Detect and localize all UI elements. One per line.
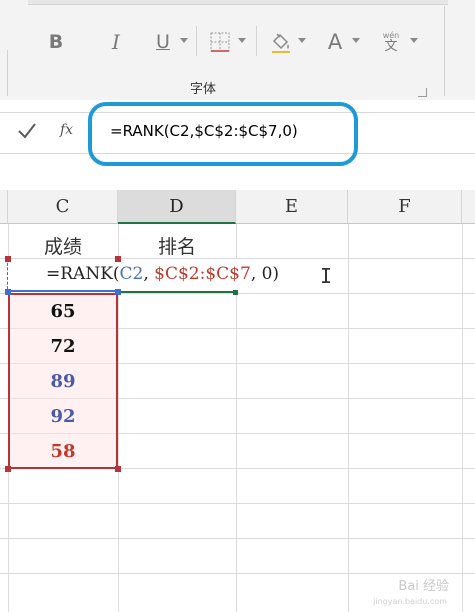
cell-c5[interactable]: 89: [8, 364, 118, 399]
borders-icon: [210, 32, 230, 52]
font-color-dropdown-arrow[interactable]: [352, 38, 360, 43]
ribbon-top-edge: [28, 0, 448, 5]
watermark-url: jingyan.baidu.com: [373, 597, 447, 606]
cell-c3[interactable]: 65: [8, 294, 118, 329]
underline-dropdown-arrow[interactable]: [180, 38, 188, 43]
watermark-logo: Bai 经验: [398, 579, 449, 594]
formula-ref-c2: C2: [119, 264, 144, 284]
gridline: [0, 503, 475, 504]
enter-checkmark-icon[interactable]: [16, 119, 38, 143]
formula-rest: , 0): [250, 264, 280, 284]
bold-button[interactable]: B: [44, 26, 68, 58]
fill-handle[interactable]: [233, 290, 238, 295]
formula-comma: ,: [143, 264, 155, 284]
column-header-d[interactable]: D: [118, 190, 236, 224]
formula-highlight-annotation: [88, 102, 358, 166]
cell-c1-header[interactable]: 成绩: [8, 232, 118, 258]
ribbon: B I U A wén 文 字体: [0, 0, 475, 100]
group-separator: [444, 6, 445, 96]
fill-color-button[interactable]: [268, 26, 294, 58]
column-header-c[interactable]: C: [8, 190, 118, 224]
ref-handle[interactable]: [5, 256, 11, 262]
font-group-label: 字体: [190, 82, 217, 97]
text-cursor-icon: I: [320, 264, 333, 288]
italic-button[interactable]: I: [104, 26, 128, 58]
cell-d1-header[interactable]: 排名: [118, 232, 236, 258]
phonetic-guide-button[interactable]: wén 文: [378, 26, 404, 58]
select-all-corner[interactable]: [0, 190, 8, 224]
cell-c7[interactable]: 58: [8, 434, 118, 469]
borders-button[interactable]: [208, 26, 232, 58]
cell-c4[interactable]: 72: [8, 329, 118, 364]
gridline: [0, 573, 475, 574]
ref-handle[interactable]: [115, 256, 121, 262]
insert-function-button[interactable]: fx: [60, 122, 73, 138]
gridline: [462, 224, 463, 612]
cell-c6[interactable]: 92: [8, 399, 118, 434]
formula-ref-range: $C$2:$C$7: [154, 264, 251, 284]
phonetic-character: 文: [384, 38, 398, 54]
checkmark-icon: [18, 123, 36, 139]
font-dialog-launcher-icon[interactable]: [418, 88, 427, 97]
column-header-f[interactable]: F: [348, 190, 462, 224]
ref-c2-highlight: [8, 290, 118, 292]
underline-button[interactable]: U: [152, 26, 174, 58]
group-separator: [7, 50, 8, 96]
gridline: [0, 538, 475, 539]
gridline: [348, 224, 349, 612]
in-cell-formula[interactable]: =RANK(C2, $C$2:$C$7, 0): [46, 264, 279, 284]
fill-color-dropdown-arrow[interactable]: [298, 38, 306, 43]
toolbar-divider: [196, 26, 197, 56]
toolbar-divider: [256, 26, 257, 56]
formula-prefix: =RANK(: [46, 264, 120, 284]
paint-bucket-icon: [272, 33, 290, 53]
phonetic-dropdown-arrow[interactable]: [410, 38, 418, 43]
column-header-g[interactable]: [462, 190, 475, 224]
borders-dropdown-arrow[interactable]: [238, 38, 246, 43]
font-color-button[interactable]: A: [322, 26, 348, 58]
column-header-e[interactable]: E: [236, 190, 348, 224]
